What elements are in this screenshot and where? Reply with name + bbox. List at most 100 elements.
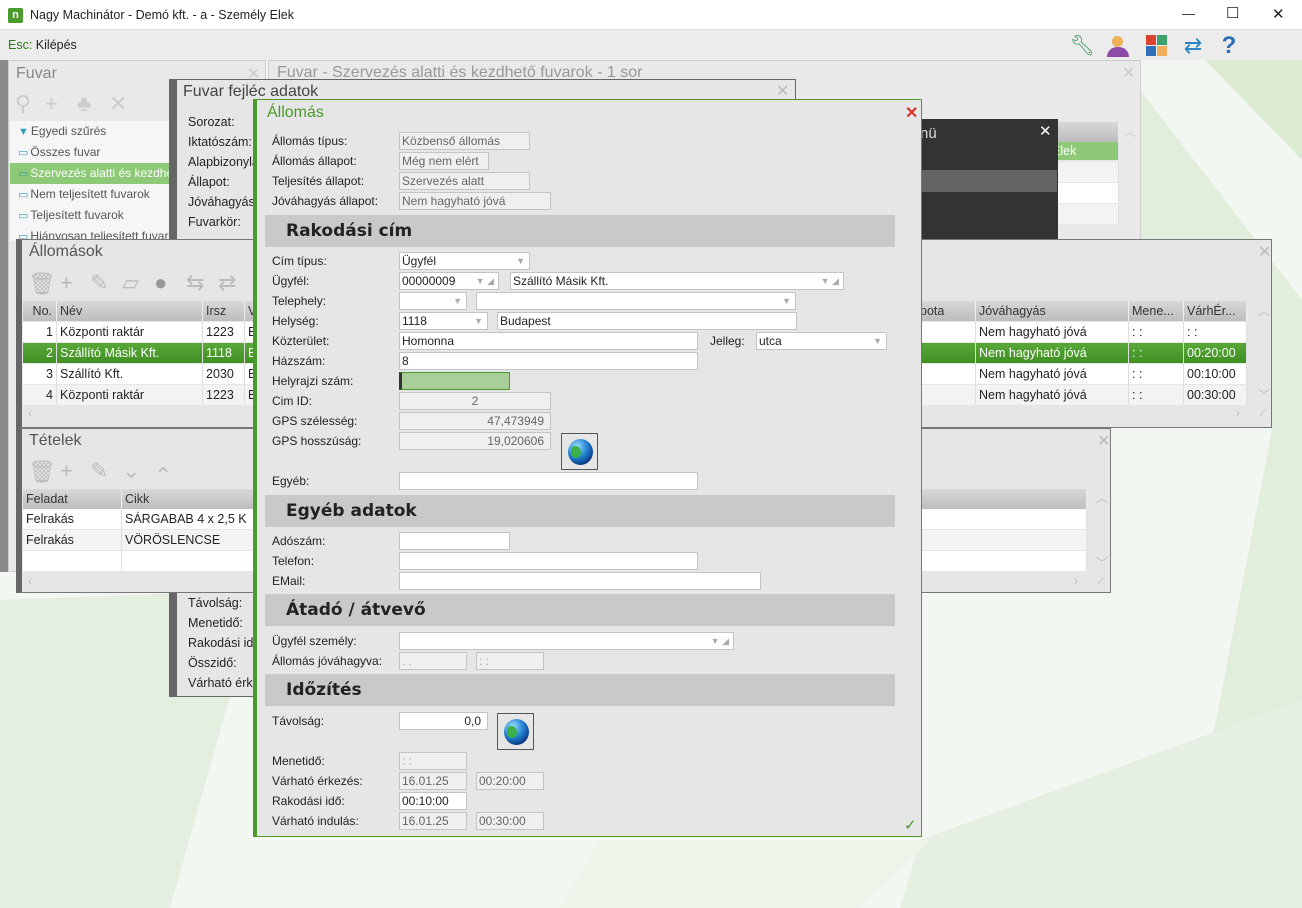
add-icon[interactable]: + — [60, 272, 73, 294]
apps-button[interactable] — [1146, 35, 1168, 57]
table-cell[interactable]: 00:20:00 — [1184, 343, 1247, 364]
column-header[interactable]: Feladat — [23, 489, 122, 509]
table-cell[interactable]: Központi raktár — [57, 322, 203, 343]
rakodasi-ido-field[interactable]: 00:10:00 — [399, 792, 467, 810]
scroll-up-icon[interactable]: ︿ — [1258, 302, 1270, 319]
tavolsag-field[interactable]: 0,0 — [399, 712, 488, 730]
column-header[interactable]: Mene... — [1129, 301, 1184, 321]
table-cell[interactable]: 00:10:00 — [1184, 364, 1247, 385]
add-icon[interactable]: + — [60, 460, 73, 482]
table-cell[interactable]: Nem hagyható jóvá — [976, 385, 1129, 406]
table-cell[interactable] — [917, 364, 976, 385]
check-icon[interactable]: ✓ — [1258, 406, 1268, 420]
fejlec-close[interactable]: ✕ — [776, 81, 789, 101]
ugyfel-code-select[interactable]: 00000009 ▼ ◢ — [399, 272, 499, 290]
tools-button[interactable]: 🔧︎ — [1066, 32, 1099, 60]
table-cell[interactable]: : : — [1129, 385, 1184, 406]
chevron-down-icon[interactable]: ⌄ — [122, 460, 140, 482]
minimize-button[interactable]: — — [1182, 6, 1195, 21]
allomasok-close[interactable]: ✕ — [1258, 242, 1271, 262]
table-cell[interactable] — [917, 343, 976, 364]
column-header[interactable]: Jóváhagyás — [976, 301, 1129, 321]
helyrajzi-szam-field[interactable] — [399, 372, 510, 390]
menu-popup-item-highlight[interactable] — [918, 170, 1057, 192]
scroll-up-icon[interactable]: ︿ — [1096, 489, 1108, 506]
chevron-up-icon[interactable]: ⌃ — [154, 465, 172, 487]
table-cell[interactable] — [917, 322, 976, 343]
table-cell[interactable] — [23, 551, 122, 572]
fuvar-list-selected-cell[interactable]: Elek — [1049, 142, 1119, 161]
table-cell[interactable]: Nem hagyható jóvá — [976, 343, 1129, 364]
dialog-ok-button[interactable]: ✓ — [904, 816, 917, 834]
dialog-close-button[interactable]: ✕ — [905, 103, 918, 123]
email-field[interactable] — [399, 572, 761, 590]
telefon-field[interactable] — [399, 552, 698, 570]
sync-button[interactable]: ⇄ — [1178, 32, 1208, 60]
scroll-left-icon[interactable]: ‹ — [28, 574, 32, 588]
move-up-icon[interactable]: ⇆ — [186, 272, 204, 294]
table-cell[interactable]: 1118 — [203, 343, 245, 364]
maximize-button[interactable]: ☐ — [1226, 4, 1239, 22]
telephely-code-select[interactable]: ▼ — [399, 292, 467, 310]
egyeb-field[interactable] — [399, 472, 698, 490]
table-cell[interactable]: 2030 — [203, 364, 245, 385]
table-cell[interactable]: Nem hagyható jóvá — [976, 322, 1129, 343]
delete-icon[interactable]: 🗑︎ — [28, 273, 56, 295]
edit-icon[interactable]: ✎ — [90, 272, 108, 294]
tetelek-close[interactable]: ✕ — [1097, 431, 1110, 451]
column-header[interactable]: Irsz — [203, 301, 245, 321]
scroll-right-icon[interactable]: › — [1074, 574, 1078, 588]
help-button[interactable]: ? — [1214, 32, 1244, 60]
table-cell[interactable]: 1 — [23, 322, 57, 343]
ugyfel-name-select[interactable]: Szállító Másik Kft. ▼ ◢ — [510, 272, 844, 290]
column-header[interactable]: Név — [57, 301, 203, 321]
table-row[interactable] — [1049, 183, 1119, 204]
map-button[interactable] — [561, 433, 598, 470]
table-cell[interactable]: 2 — [23, 343, 57, 364]
close-window-button[interactable]: ✕ — [1272, 5, 1285, 23]
table-cell[interactable]: 4 — [23, 385, 57, 406]
table-cell[interactable]: : : — [1184, 322, 1247, 343]
table-cell[interactable]: : : — [1129, 322, 1184, 343]
column-header[interactable]: VárhÉr... — [1184, 301, 1247, 321]
table-cell[interactable]: Felrakás — [23, 530, 122, 551]
table-cell[interactable]: : : — [1129, 343, 1184, 364]
ugyfel-szemely-select[interactable]: ▼ ◢ — [399, 632, 734, 650]
hazszam-field[interactable]: 8 — [399, 352, 698, 370]
helyseg-city-field[interactable]: Budapest — [497, 312, 797, 330]
table-cell[interactable]: Nem hagyható jóvá — [976, 364, 1129, 385]
user-button[interactable] — [1102, 32, 1135, 60]
helyseg-zip-select[interactable]: 1118 ▼ — [399, 312, 488, 330]
table-row[interactable] — [1049, 162, 1119, 183]
table-cell[interactable]: : : — [1129, 364, 1184, 385]
telephely-name-select[interactable]: ▼ — [476, 292, 796, 310]
kozterulet-field[interactable]: Homonna — [399, 332, 698, 350]
tree-icon[interactable]: ♣ — [77, 93, 91, 115]
scroll-right-icon[interactable]: › — [1236, 406, 1240, 420]
unpin-icon[interactable]: ✕ — [109, 93, 127, 115]
globe-icon[interactable]: ● — [154, 272, 167, 294]
menu-popup-close[interactable]: ✕ — [1039, 122, 1052, 140]
table-cell[interactable]: 00:30:00 — [1184, 385, 1247, 406]
table-cell[interactable]: 1223 — [203, 385, 245, 406]
route-map-button[interactable] — [497, 713, 534, 750]
fuvar-list-close[interactable]: ✕ — [1122, 63, 1135, 83]
jelleg-select[interactable]: utca ▼ — [756, 332, 887, 350]
column-header[interactable]: No. — [23, 301, 57, 321]
table-cell[interactable]: Központi raktár — [57, 385, 203, 406]
check-icon[interactable]: ✓ — [1096, 574, 1106, 588]
table-cell[interactable] — [917, 385, 976, 406]
scroll-left-icon[interactable]: ‹ — [28, 406, 32, 420]
adoszam-field[interactable] — [399, 532, 510, 550]
edit-icon[interactable]: ✎ — [90, 460, 108, 482]
exit-shortcut[interactable]: Esc: Kilépés — [8, 38, 77, 52]
print-icon[interactable]: ▱ — [122, 272, 139, 294]
scroll-down-icon[interactable]: ﹀ — [1096, 554, 1108, 571]
table-cell[interactable]: Szállító Kft. — [57, 364, 203, 385]
move-down-icon[interactable]: ⇄ — [218, 272, 236, 294]
scroll-down-icon[interactable]: ﹀ — [1258, 386, 1270, 403]
scroll-up-icon[interactable]: ︿ — [1124, 123, 1136, 140]
add-icon[interactable]: + — [45, 93, 58, 115]
search-icon[interactable]: ⚲ — [15, 93, 31, 115]
cim-tipus-select[interactable]: Ügyfél ▼ — [399, 252, 530, 270]
